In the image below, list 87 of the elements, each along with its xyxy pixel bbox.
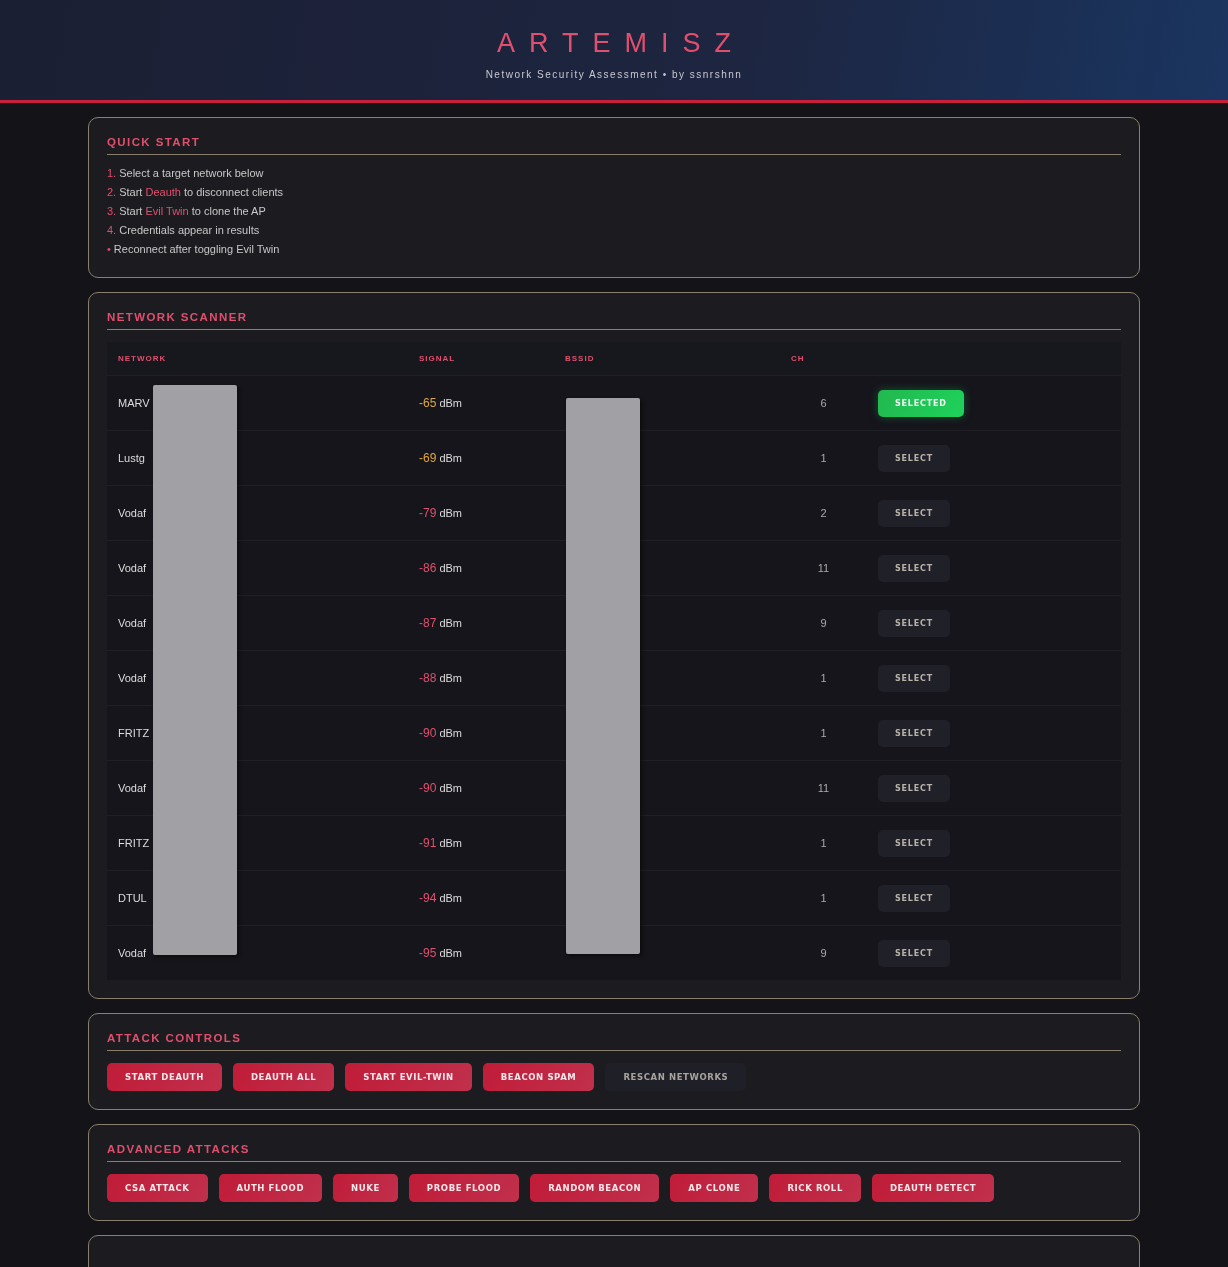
section-title: QUICK START	[107, 136, 1121, 155]
select-button[interactable]: SELECT	[878, 499, 950, 527]
signal-unit: dBm	[439, 727, 463, 739]
select-button[interactable]: SELECT	[878, 829, 950, 857]
signal-value: -91	[419, 836, 437, 850]
signal-value: -90	[419, 781, 437, 795]
network-name: Vodaf	[117, 562, 148, 574]
network-name: Vodaf	[117, 782, 148, 794]
attack-button[interactable]: START DEAUTH	[107, 1063, 222, 1091]
step-marker: 2.	[107, 186, 117, 198]
attack-button[interactable]: DEAUTH DETECT	[871, 1174, 995, 1202]
select-button[interactable]: SELECT	[878, 609, 950, 637]
channel-number: 6	[819, 397, 828, 409]
signal-unit: dBm	[439, 452, 463, 464]
step-marker: •	[107, 243, 111, 255]
signal-value: -86	[419, 561, 437, 575]
channel-number: 11	[816, 562, 831, 574]
channel-number: 2	[819, 507, 828, 519]
signal-value: -79	[419, 506, 437, 520]
attack-button[interactable]: RESCAN NETWORKS	[605, 1063, 747, 1091]
select-button[interactable]: SELECT	[878, 884, 950, 912]
step-marker: 3.	[107, 205, 117, 217]
signal-unit: dBm	[439, 837, 463, 849]
select-button[interactable]: SELECT	[878, 939, 950, 967]
signal-unit: dBm	[439, 672, 463, 684]
signal-unit: dBm	[439, 892, 463, 904]
step-marker: 4.	[107, 224, 117, 236]
network-name: Vodaf	[117, 672, 148, 684]
column-header: BSSID	[564, 354, 596, 363]
channel-number: 11	[816, 782, 831, 794]
select-button[interactable]: SELECT	[878, 444, 950, 472]
attack-button[interactable]: AP CLONE	[670, 1174, 759, 1202]
signal-unit: dBm	[439, 562, 463, 574]
network-name: Vodaf	[117, 947, 148, 959]
app-subtitle: Network Security Assessment • by ssnrshnn	[485, 69, 743, 80]
attack-button[interactable]: RICK ROLL	[769, 1174, 861, 1202]
channel-number: 9	[819, 617, 828, 629]
attack-button[interactable]: BEACON SPAM	[482, 1063, 595, 1091]
step-text: Start Evil Twin to clone the AP	[119, 205, 266, 217]
signal-value: -95	[419, 946, 437, 960]
signal-value: -88	[419, 671, 437, 685]
section-title: NETWORK SCANNER	[107, 311, 1121, 330]
network-name: Lustg	[117, 452, 146, 464]
channel-number: 1	[819, 727, 828, 739]
attack-button[interactable]: PROBE FLOOD	[408, 1174, 520, 1202]
signal-value: -94	[419, 891, 437, 905]
section-title: ATTACK CONTROLS	[107, 1032, 1121, 1051]
attack-button[interactable]: DEAUTH ALL	[232, 1063, 335, 1091]
signal-unit: dBm	[439, 397, 463, 409]
network-name: DTUL	[117, 892, 148, 904]
step-text: Reconnect after toggling Evil Twin	[113, 243, 280, 255]
network-name: Vodaf	[117, 617, 148, 629]
select-button[interactable]: SELECT	[878, 664, 950, 692]
channel-number: 9	[819, 947, 828, 959]
channel-number: 1	[819, 672, 828, 684]
step-text: Credentials appear in results	[119, 224, 260, 236]
signal-unit: dBm	[439, 782, 463, 794]
channel-number: 1	[819, 892, 828, 904]
column-header: SIGNAL	[418, 354, 457, 363]
attack-button[interactable]: CSA ATTACK	[107, 1174, 208, 1202]
attack-button[interactable]: RANDOM BEACON	[530, 1174, 660, 1202]
attack-button[interactable]: NUKE	[333, 1174, 398, 1202]
network-name: MARV	[117, 397, 151, 409]
signal-value: -90	[419, 726, 437, 740]
signal-unit: dBm	[439, 617, 463, 629]
attack-button[interactable]: AUTH FLOOD	[218, 1174, 323, 1202]
channel-number: 1	[819, 452, 828, 464]
signal-value: -65	[419, 396, 437, 410]
step-text: Start Deauth to disconnect clients	[119, 186, 284, 198]
network-name: FRITZ	[117, 837, 151, 849]
step-marker: 1.	[107, 167, 117, 179]
signal-value: -69	[419, 451, 437, 465]
section-title: ADVANCED ATTACKS	[107, 1143, 1121, 1162]
attack-button[interactable]: START EVIL-TWIN	[345, 1063, 472, 1091]
column-header: CH	[790, 354, 806, 363]
signal-unit: dBm	[439, 507, 463, 519]
app-title: ARTEMISZ	[497, 28, 745, 59]
select-button[interactable]: SELECT	[878, 554, 950, 582]
signal-unit: dBm	[439, 947, 463, 959]
channel-number: 1	[819, 837, 828, 849]
network-name: FRITZ	[117, 727, 151, 739]
column-header: NETWORK	[117, 354, 168, 363]
signal-value: -87	[419, 616, 437, 630]
select-button[interactable]: SELECT	[878, 719, 950, 747]
select-button[interactable]: SELECT	[878, 774, 950, 802]
step-text: Select a target network below	[119, 167, 264, 179]
network-name: Vodaf	[117, 507, 148, 519]
